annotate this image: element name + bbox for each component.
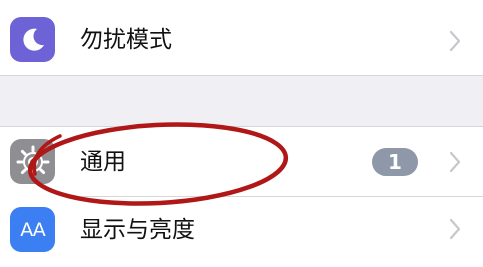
moon-icon <box>10 17 55 62</box>
settings-group-top: 勿扰模式 <box>0 0 483 76</box>
chevron-right-icon <box>449 30 461 52</box>
gear-icon <box>10 139 55 184</box>
chevron-right-icon <box>449 151 461 173</box>
settings-row-label: 通用 <box>80 149 126 175</box>
settings-row-label: 勿扰模式 <box>80 27 172 53</box>
text-size-icon-glyph: AA <box>20 218 46 241</box>
text-size-icon: AA <box>10 207 55 252</box>
settings-group-bottom: 通用 1 AA 显示与亮度 <box>0 126 483 267</box>
settings-row-general[interactable]: 通用 1 <box>0 127 483 197</box>
settings-row-do-not-disturb[interactable]: 勿扰模式 <box>0 3 483 73</box>
chevron-right-icon <box>449 218 461 240</box>
notification-badge: 1 <box>372 148 418 176</box>
settings-row-display-brightness[interactable]: AA 显示与亮度 <box>0 197 483 267</box>
settings-row-label: 显示与亮度 <box>80 217 195 243</box>
